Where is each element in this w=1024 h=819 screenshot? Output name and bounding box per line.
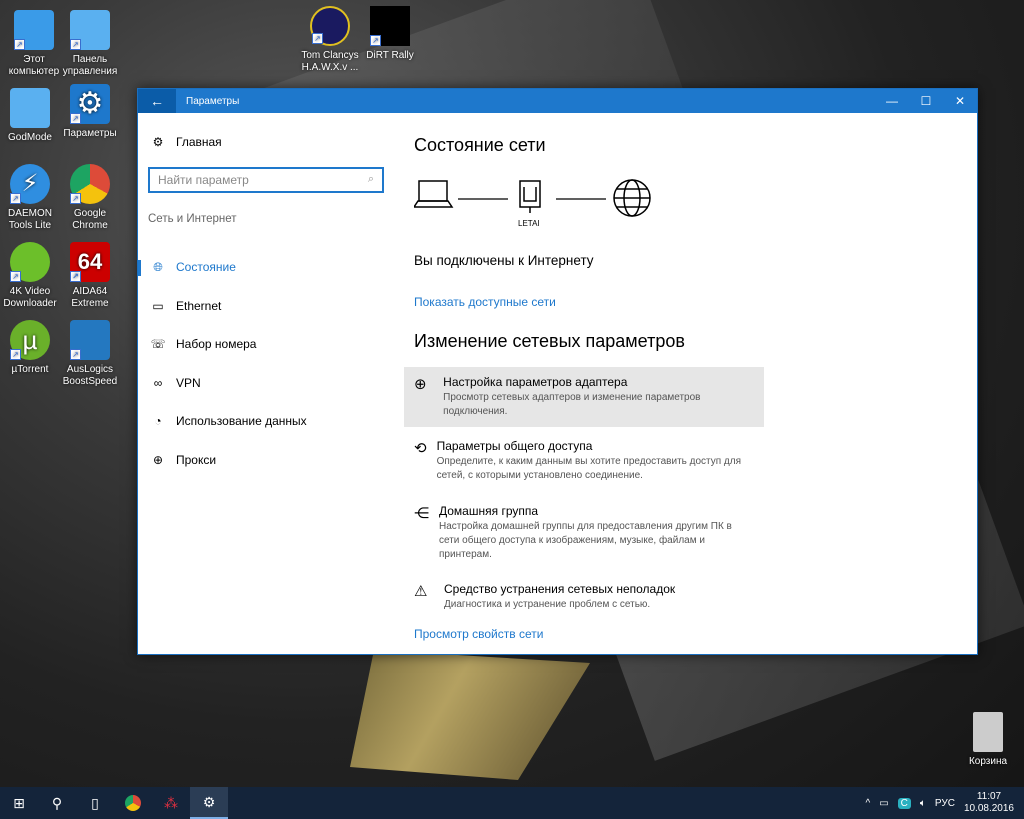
clock[interactable]: 11:07 10.08.2016 [964, 791, 1014, 815]
task-view-button[interactable]: ▯ [76, 787, 114, 819]
show-networks-link[interactable]: Показать доступные сети [414, 295, 556, 309]
search-icon: ⌕ [367, 173, 374, 185]
window-title: Параметры [186, 95, 240, 107]
gear-icon: ⚙ ↗ [70, 84, 110, 124]
category-label: Сеть и Интернет [148, 213, 237, 225]
desktop-icon-4k-video[interactable]: ↗ 4K Video Downloader [0, 242, 64, 310]
option-adapter-settings[interactable]: ⊕ Настройка параметров адаптера Просмотр с… [404, 367, 764, 427]
cloud-icon: ↗ [10, 242, 50, 282]
title-bar: ← Параметры — ☐ ✕ [138, 89, 977, 113]
ethernet-icon: ▭ [152, 298, 164, 313]
router-icon [519, 180, 541, 213]
windows-icon: ⊞ [13, 794, 25, 811]
taskbar: ⊞ ⚲ ▯ ⁂ ⚙ ^ ▭ C 🔈︎ РУС 11:07 10.08.2016 [0, 787, 1024, 819]
view-properties-link[interactable]: Просмотр свойств сети [414, 627, 543, 641]
maximize-button[interactable]: ☐ [909, 94, 943, 108]
control-panel-icon: ↗ [70, 10, 110, 50]
desktop-icon-hawx[interactable]: ↗ Tom Clancys H.A.W.X.v ... [296, 6, 364, 74]
page-title: Состояние сети [414, 135, 546, 155]
hawx-icon: ↗ [310, 6, 350, 46]
chrome-icon [125, 795, 141, 811]
option-sharing-settings[interactable]: ⟲ Параметры общего доступа Определите, к к… [404, 431, 764, 491]
desktop-icon-control-panel[interactable]: ↗ Панель управления [56, 10, 124, 78]
utorrent-icon: µ ↗ [10, 320, 50, 360]
chrome-icon: ↗ [70, 164, 110, 204]
globe-icon: ⊕ [152, 452, 164, 467]
network-diagram [414, 179, 651, 217]
sidebar-item-proxy[interactable]: ⊕ Прокси [138, 441, 398, 480]
task-view-icon: ▯ [91, 794, 99, 811]
language-indicator[interactable]: РУС [935, 798, 955, 809]
warning-icon: ⚠ [414, 583, 428, 600]
homegroup-icon: ⋲ [414, 505, 429, 522]
sidebar-item-dialup[interactable]: ☏ Набор номера [138, 325, 398, 364]
taskbar-chrome[interactable] [114, 787, 152, 819]
taskbar-app[interactable]: ⁂ [152, 787, 190, 819]
gear-icon: ⚙ [152, 135, 164, 149]
sidebar-item-ethernet[interactable]: ▭ Ethernet [138, 287, 398, 326]
network-icon[interactable]: ▭ [879, 798, 888, 809]
home-link[interactable]: ⚙ Главная [150, 135, 222, 149]
app-tray-icon[interactable]: C [897, 797, 911, 809]
lightning-icon: ⚡ ↗ [10, 164, 50, 204]
dirt-rally-icon: ↗ [370, 6, 410, 46]
dialup-icon: ☏ [150, 337, 166, 352]
globe-icon [613, 179, 651, 217]
sidebar-item-vpn[interactable]: ∞ VPN [138, 364, 398, 403]
sidebar: ⚙ Главная Найти параметр ⌕ Сеть и Интернет… [138, 113, 398, 654]
wallpaper-highlight [350, 650, 590, 780]
desktop-icon-dirt-rally[interactable]: ↗ DiRT Rally [356, 6, 424, 62]
globe-icon: 🌐︎ [153, 259, 163, 274]
start-button[interactable]: ⊞ [0, 787, 38, 819]
desktop-icon-recycle-bin[interactable]: Корзина [954, 712, 1022, 768]
back-button[interactable]: ← [138, 89, 176, 113]
desktop-icon-chrome[interactable]: ↗ Google Chrome [56, 164, 124, 232]
option-troubleshooter[interactable]: ⚠ Средство устранения сетевых неполадок Ди… [404, 574, 764, 620]
volume-icon[interactable]: 🔈︎ [920, 798, 926, 809]
search-input[interactable]: Найти параметр ⌕ [148, 167, 384, 193]
control-panel-icon [10, 88, 50, 128]
router-label: LETAI [518, 219, 540, 228]
search-icon: ⚲ [51, 794, 63, 811]
sharing-icon: ⟲ [414, 440, 427, 457]
search-button[interactable]: ⚲ [38, 787, 76, 819]
laptop-icon [414, 180, 454, 208]
aida64-icon: 64 ↗ [70, 242, 110, 282]
section-title: Изменение сетевых параметров [414, 331, 685, 351]
computer-icon: ↗ [14, 10, 54, 50]
app-icon: ⁂ [164, 794, 178, 811]
desktop-icon-auslogics[interactable]: ↗ AusLogics BoostSpeed [56, 320, 124, 388]
desktop-icon-settings[interactable]: ⚙ ↗ Параметры [56, 84, 124, 140]
close-button[interactable]: ✕ [943, 94, 977, 108]
main-content: Состояние сети LETAI Вы подключены к Инт… [404, 113, 977, 654]
stopwatch-icon: ↗ [70, 320, 110, 360]
sidebar-item-data-usage[interactable]: ◔ Использование данных [138, 402, 398, 441]
recycle-bin-icon [973, 712, 1003, 752]
vpn-icon: ∞ [153, 375, 163, 390]
settings-window: ← Параметры — ☐ ✕ ⚙ Главная Найти парамет… [137, 88, 978, 655]
desktop-icon-aida64[interactable]: 64 ↗ AIDA64 Extreme [56, 242, 124, 310]
option-homegroup[interactable]: ⋲ Домашняя группа Настройка домашней групп… [404, 496, 764, 570]
globe-icon: ⊕ [414, 376, 427, 393]
sidebar-item-status[interactable]: 🌐︎ Состояние [138, 248, 398, 287]
connection-status: Вы подключены к Интернету [414, 253, 594, 268]
taskbar-settings[interactable]: ⚙ [190, 787, 228, 819]
data-usage-icon: ◔ [154, 414, 162, 429]
chevron-up-icon[interactable]: ^ [866, 798, 871, 809]
desktop-icon-utorrent[interactable]: µ ↗ µTorrent [0, 320, 64, 376]
desktop-icon-godmode[interactable]: GodMode [0, 88, 64, 144]
gear-icon: ⚙ [202, 793, 216, 810]
desktop-icon-daemon-tools[interactable]: ⚡ ↗ DAEMON Tools Lite [0, 164, 64, 232]
minimize-button[interactable]: — [875, 94, 909, 108]
